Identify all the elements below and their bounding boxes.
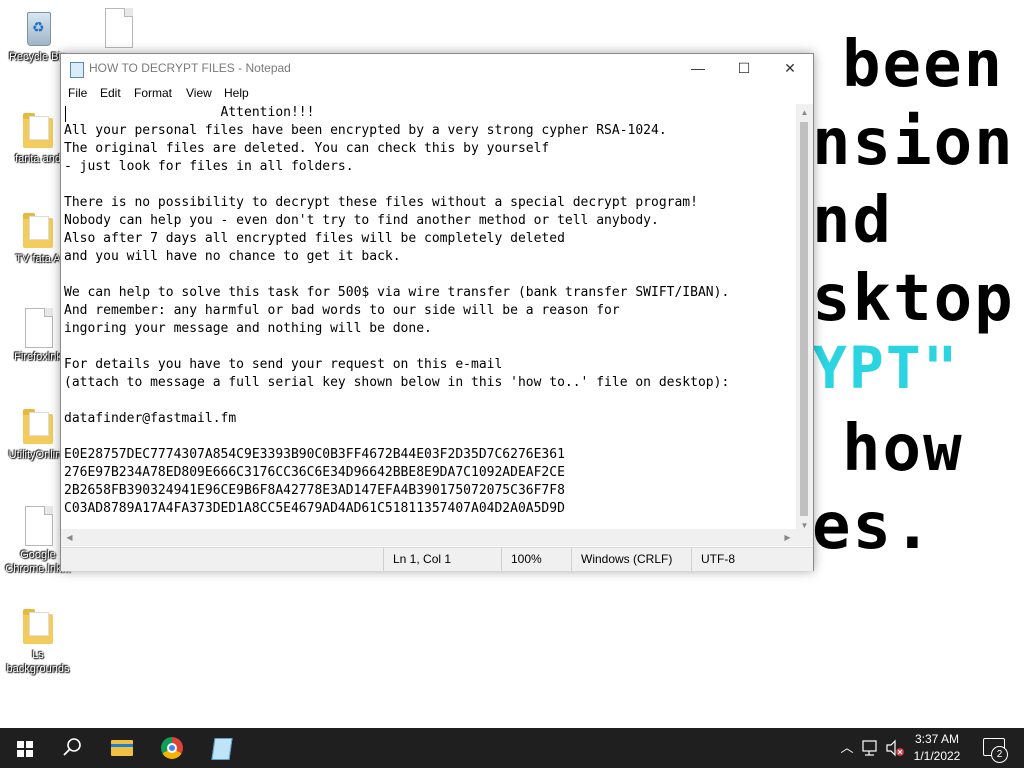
- scroll-left-icon[interactable]: ◀: [61, 529, 78, 546]
- wallpaper-text-line: been: [842, 28, 1005, 102]
- desktop-icon-folder[interactable]: Ls backgrounds: [0, 606, 76, 676]
- wallpaper-text-line: how: [842, 412, 964, 486]
- text-caret: [65, 106, 66, 122]
- folder-icon: [21, 406, 55, 446]
- notification-count-badge: 2: [991, 746, 1008, 763]
- volume-muted-icon: [886, 739, 904, 757]
- show-hidden-icons-button[interactable]: ︿: [838, 728, 856, 768]
- status-position: Ln 1, Col 1: [383, 548, 501, 571]
- file-icon: [21, 506, 55, 546]
- wallpaper-text-line: sktop: [812, 262, 1015, 336]
- file-explorer-button[interactable]: [98, 728, 146, 768]
- close-button[interactable]: ✕: [767, 54, 813, 83]
- wallpaper-text-line: es.: [812, 490, 934, 564]
- wallpaper-text-line: YPT": [812, 334, 960, 402]
- status-zoom: 100%: [501, 548, 571, 571]
- chevron-up-icon: ︿: [840, 740, 854, 755]
- recycle-bin-icon: ♻: [21, 8, 55, 48]
- search-button[interactable]: [48, 728, 96, 768]
- text-editor[interactable]: Attention!!! All your personal files hav…: [64, 104, 796, 534]
- desktop-icon-label: Ls backgrounds: [6, 649, 70, 675]
- desktop-icon-file[interactable]: [80, 8, 156, 48]
- menu-edit[interactable]: Edit: [100, 86, 121, 100]
- file-icon: [21, 308, 55, 348]
- wallpaper-text-line: nd: [812, 184, 894, 258]
- system-clock[interactable]: 3:37 AM 1/1/2022: [905, 731, 969, 765]
- scroll-corner: [796, 529, 813, 546]
- menu-bar: File Edit Format View Help: [61, 83, 813, 103]
- menu-view[interactable]: View: [186, 86, 212, 100]
- minimize-button[interactable]: —: [675, 54, 721, 83]
- menu-format[interactable]: Format: [134, 86, 172, 100]
- document-text[interactable]: Attention!!! All your personal files hav…: [64, 104, 796, 518]
- scroll-thumb[interactable]: [800, 122, 808, 516]
- status-encoding: UTF-8: [691, 548, 813, 571]
- folder-icon: [21, 210, 55, 250]
- maximize-button[interactable]: ☐: [721, 54, 767, 83]
- status-line-ending: Windows (CRLF): [571, 548, 691, 571]
- start-button[interactable]: [0, 728, 48, 768]
- clock-time: 3:37 AM: [914, 732, 960, 746]
- clock-date: 1/1/2022: [913, 749, 961, 763]
- horizontal-scrollbar[interactable]: ◀ ▶: [61, 529, 796, 546]
- notepad-icon: [70, 62, 84, 78]
- menu-help[interactable]: Help: [224, 86, 249, 100]
- menu-file[interactable]: File: [68, 86, 87, 100]
- notepad-taskbar-button[interactable]: [198, 728, 246, 768]
- status-bar: Ln 1, Col 1 100% Windows (CRLF) UTF-8: [61, 547, 813, 571]
- folder-icon: [21, 606, 55, 646]
- file-icon: [101, 8, 135, 48]
- title-bar[interactable]: HOW TO DECRYPT FILES - Notepad — ☐ ✕: [61, 54, 813, 83]
- taskbar: ︿ 3:37 AM 1/1/2022 2: [0, 728, 1024, 768]
- network-icon: [862, 740, 877, 756]
- windows-logo-icon: [17, 741, 33, 757]
- window-title: HOW TO DECRYPT FILES - Notepad: [89, 61, 291, 75]
- notepad-window[interactable]: HOW TO DECRYPT FILES - Notepad — ☐ ✕ Fil…: [60, 53, 814, 571]
- vertical-scrollbar[interactable]: ▲ ▼: [796, 104, 813, 534]
- chrome-button[interactable]: [148, 728, 196, 768]
- notepad-icon: [211, 738, 233, 760]
- search-icon: [63, 738, 81, 756]
- chrome-icon: [161, 737, 183, 759]
- wallpaper-text-line: nsion: [812, 106, 1015, 180]
- scroll-right-icon[interactable]: ▶: [779, 529, 796, 546]
- volume-control[interactable]: [884, 728, 906, 768]
- network-status[interactable]: [860, 728, 882, 768]
- folder-icon: [21, 110, 55, 150]
- file-explorer-icon: [111, 740, 133, 756]
- scroll-up-icon[interactable]: ▲: [796, 104, 813, 121]
